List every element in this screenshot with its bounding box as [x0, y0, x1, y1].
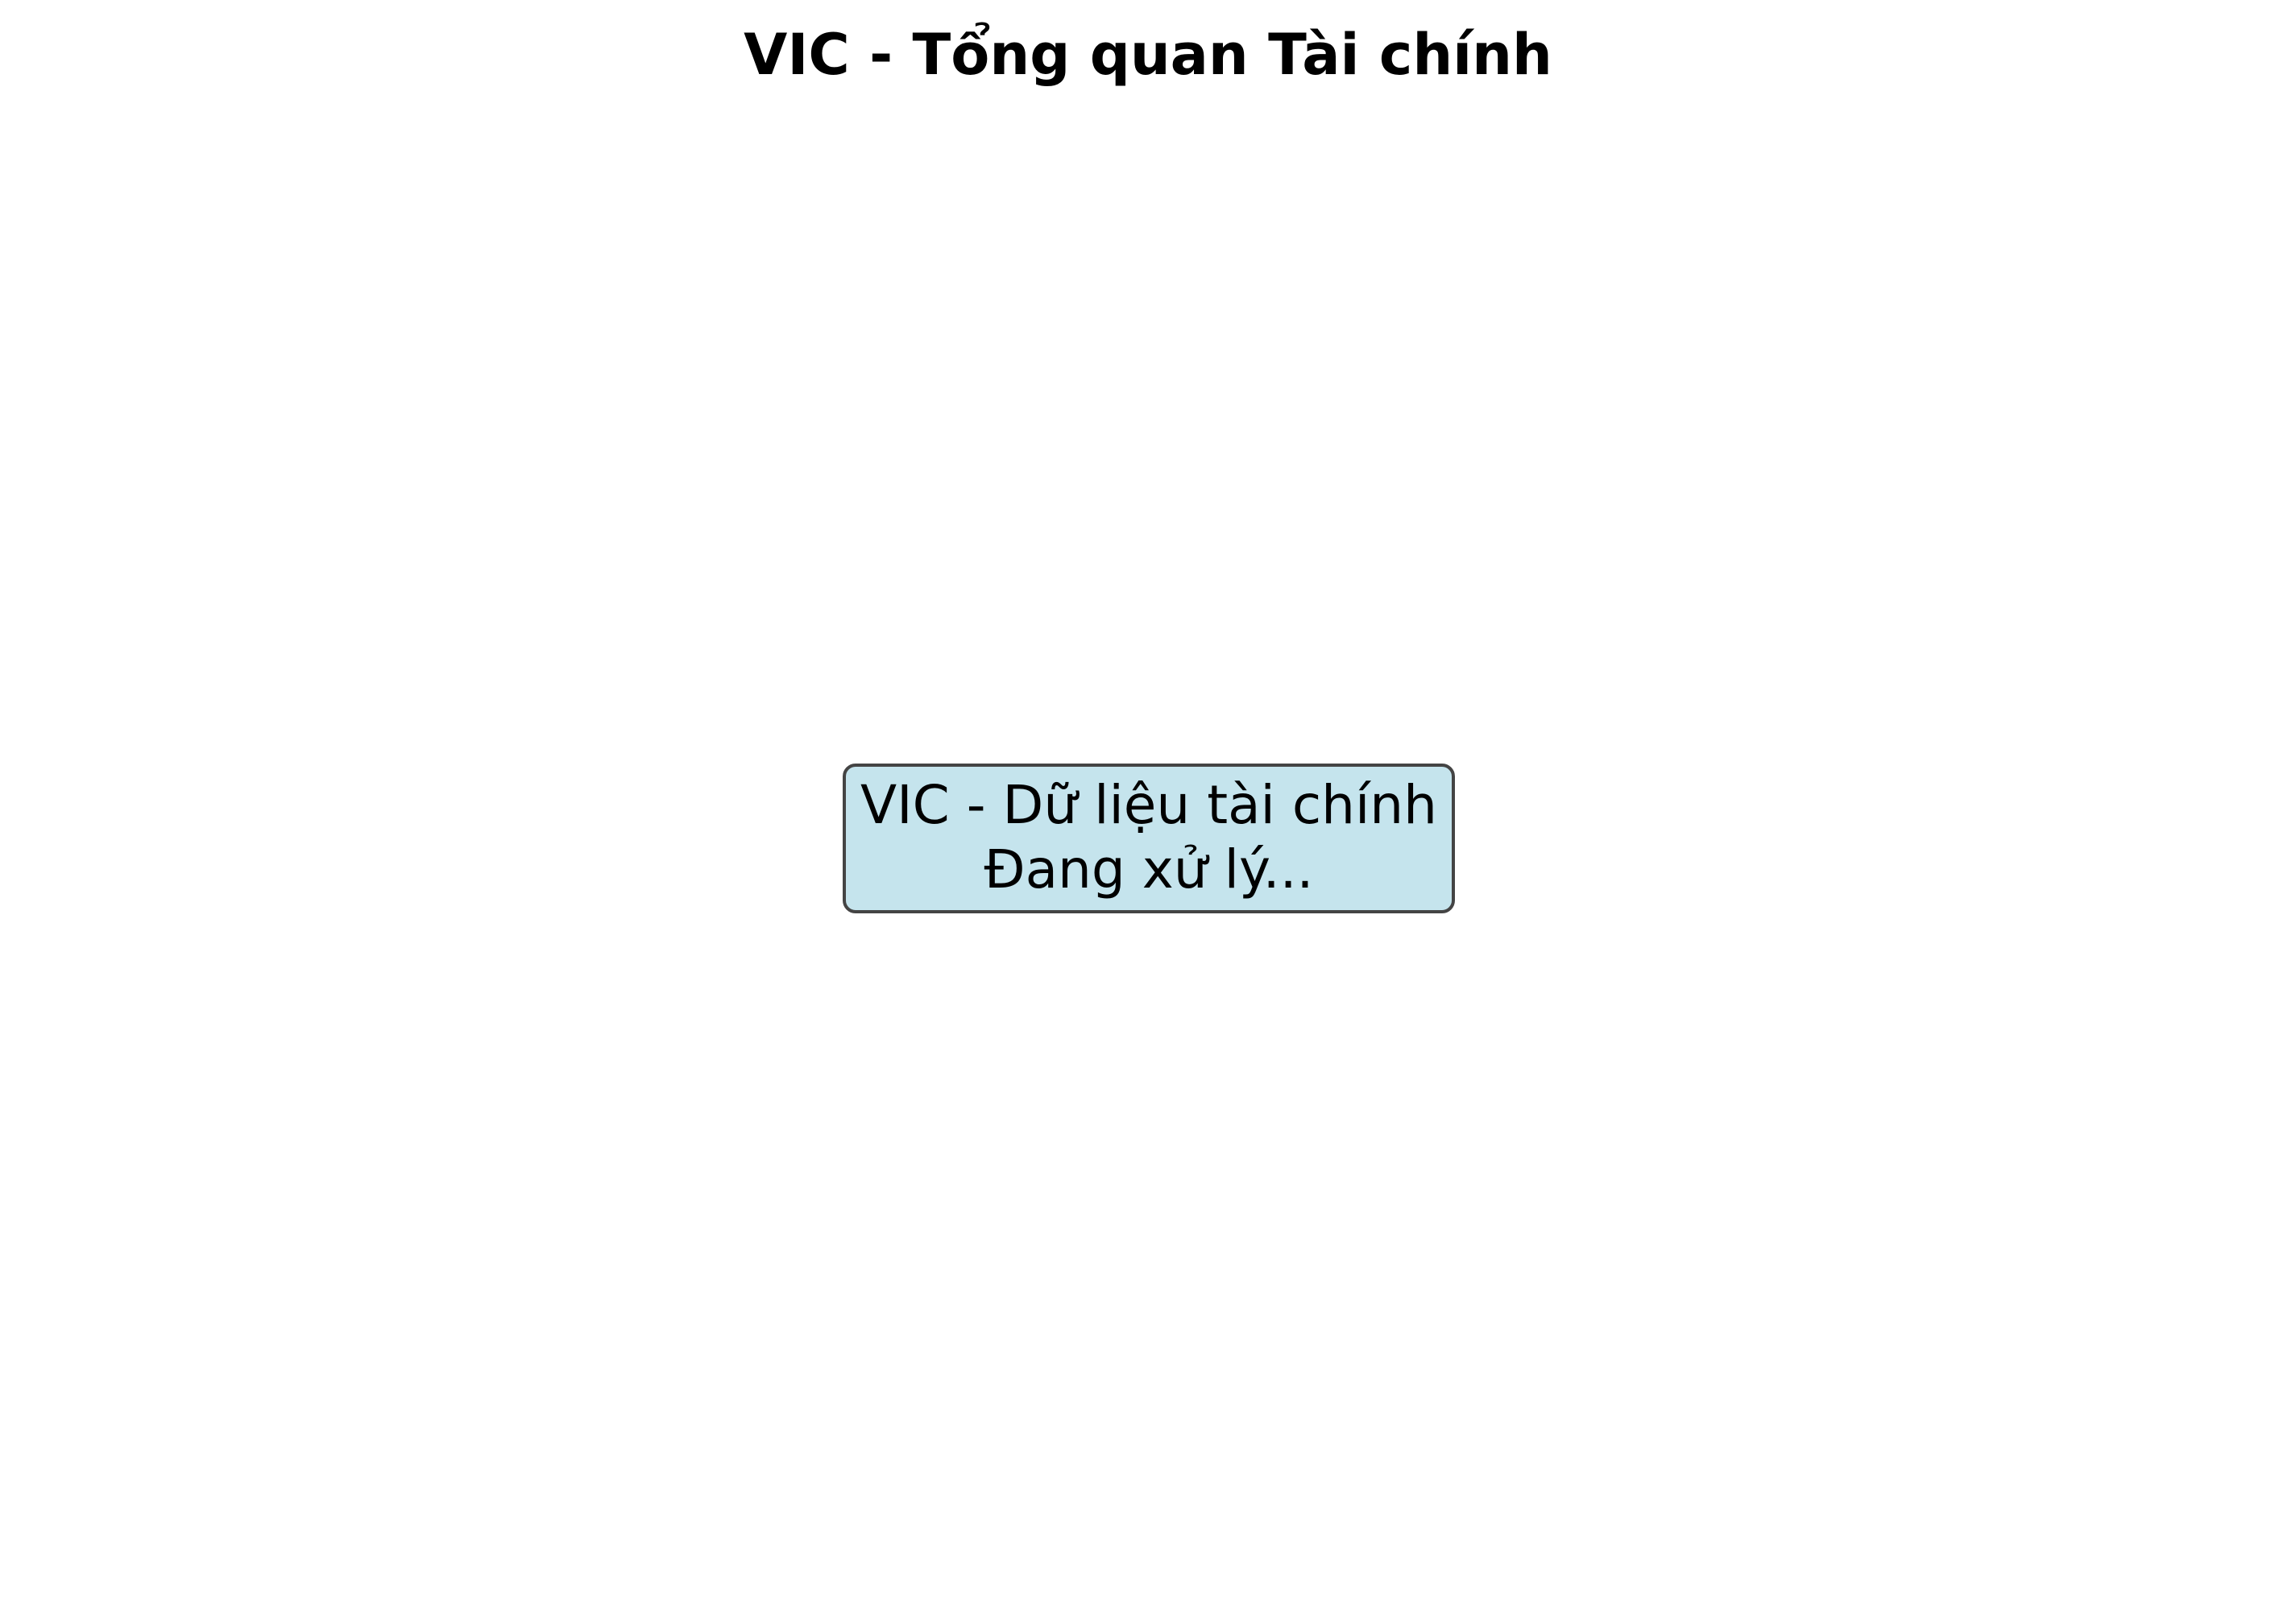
status-message-line-2: Đang xử lý...	[984, 838, 1314, 900]
chart-figure: VIC - Tổng quan Tài chính VIC - Dữ liệu …	[0, 0, 2296, 1606]
chart-title: VIC - Tổng quan Tài chính	[744, 22, 1552, 88]
status-message-box: VIC - Dữ liệu tài chính Đang xử lý...	[843, 764, 1455, 913]
status-message-line-1: VIC - Dữ liệu tài chính	[860, 774, 1437, 836]
